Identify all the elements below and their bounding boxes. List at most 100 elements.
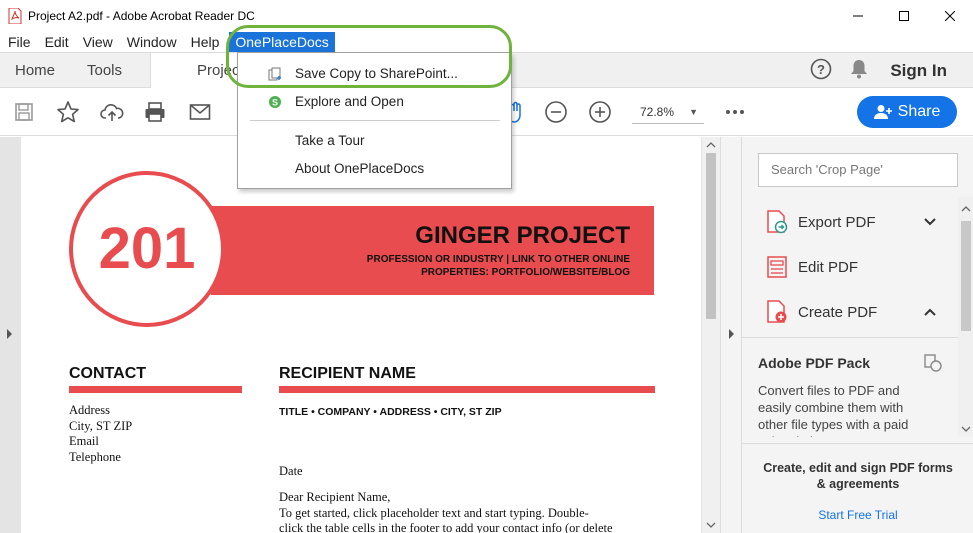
menu-separator [250, 120, 500, 121]
notifications-button[interactable] [850, 59, 868, 82]
menu-item-take-a-tour[interactable]: Take a Tour [238, 128, 511, 154]
document-scrollbar[interactable] [702, 137, 720, 533]
contact-line: City, ST ZIP [69, 419, 133, 433]
sign-in-button[interactable]: Sign In [890, 61, 947, 81]
menu-help[interactable]: Help [187, 32, 224, 52]
menu-window[interactable]: Window [123, 32, 181, 52]
title-bar: Project A2.pdf - Adobe Acrobat Reader DC [0, 0, 973, 32]
scrollbar-thumb[interactable] [961, 221, 971, 331]
scroll-down-icon [961, 426, 971, 432]
envelope-icon [189, 104, 211, 120]
save-button[interactable] [12, 100, 36, 124]
minus-circle-icon [545, 101, 567, 123]
header-banner: GINGER PROJECT PROFESSION OR INDUSTRY | … [211, 206, 654, 295]
left-panel-toggle[interactable] [0, 137, 20, 533]
oneplacedocs-menu: Save Copy to SharePoint... S Explore and… [237, 52, 512, 189]
svg-text:?: ? [817, 62, 825, 77]
pack-icon [924, 354, 942, 372]
share-button[interactable]: Share [857, 96, 957, 128]
start-free-trial-link[interactable]: Start Free Trial [742, 508, 973, 522]
chevron-down-icon[interactable] [922, 214, 938, 230]
chevron-up-icon[interactable] [922, 304, 938, 320]
edit-pdf-icon [767, 256, 787, 278]
svg-text:S: S [272, 98, 278, 108]
tab-home[interactable]: Home [15, 53, 55, 88]
menu-view[interactable]: View [79, 32, 117, 52]
menu-item-save-copy-to-sharepoint[interactable]: Save Copy to SharePoint... [238, 61, 511, 87]
zoom-level-select[interactable]: 72.8% ▼ [632, 102, 704, 124]
minimize-icon [853, 15, 863, 17]
sharepoint-copy-icon [268, 67, 281, 81]
number-badge: 201 [69, 171, 225, 327]
letter-body-line: To get started, click placeholder text a… [279, 506, 589, 520]
acrobat-pdf-icon [8, 7, 22, 25]
pdf-pack-info: Adobe PDF Pack Convert files to PDF and … [742, 337, 964, 437]
tool-label: Edit PDF [798, 258, 859, 276]
explore-open-icon: S [269, 96, 281, 108]
pack-description: Convert files to PDF and easily combine … [758, 383, 909, 437]
menu-oneplacedocs[interactable]: OnePlaceDocs [229, 32, 335, 52]
menu-file[interactable]: File [4, 32, 35, 52]
bookmark-star-button[interactable] [56, 100, 80, 124]
menu-item-label: Take a Tour [295, 133, 365, 148]
tool-export-pdf[interactable]: Export PDF [766, 207, 946, 237]
menu-bar: File Edit View Window Help OnePlaceDocs [0, 32, 973, 52]
tools-search-input[interactable]: Search 'Crop Page' [758, 153, 958, 187]
printer-icon [145, 102, 165, 122]
promo-text: Create, edit and sign PDF forms & agreem… [763, 461, 953, 491]
doc-subtitle-1: PROFESSION OR INDUSTRY | LINK TO OTHER O… [366, 254, 630, 265]
menu-item-label: About OnePlaceDocs [295, 161, 425, 176]
create-pdf-icon [767, 300, 787, 323]
contact-line: Email [69, 434, 99, 448]
menu-item-label: Explore and Open [295, 94, 404, 109]
contact-line: Address [69, 403, 110, 417]
tools-pane: Search 'Crop Page' Export PDF Edit PDF C… [741, 137, 973, 533]
share-label: Share [897, 103, 941, 120]
recipient-heading: RECIPIENT NAME [279, 365, 416, 382]
cloud-upload-icon [100, 104, 124, 121]
zoom-in-button[interactable] [588, 100, 612, 124]
pdf-page: GINGER PROJECT PROFESSION OR INDUSTRY | … [21, 137, 701, 533]
save-icon [15, 103, 33, 121]
chevron-down-icon: ▼ [689, 107, 698, 117]
window-controls [835, 0, 973, 32]
more-tools-button[interactable] [723, 100, 747, 124]
upload-cloud-button[interactable] [100, 100, 124, 124]
minimize-button[interactable] [835, 0, 881, 32]
tool-create-pdf[interactable]: Create PDF [766, 297, 946, 327]
add-user-icon [873, 105, 892, 119]
zoom-level-value: 72.8% [640, 105, 675, 119]
help-icon: ? [811, 58, 832, 80]
letter-salutation: Dear Recipient Name, [279, 490, 391, 504]
zoom-out-button[interactable] [544, 100, 568, 124]
help-button[interactable]: ? [810, 58, 832, 83]
tools-pane-scrollbar[interactable] [958, 197, 973, 437]
print-button[interactable] [143, 100, 167, 124]
maximize-icon [899, 11, 909, 21]
plus-circle-icon [589, 101, 611, 123]
close-button[interactable] [927, 0, 973, 32]
menu-edit[interactable]: Edit [41, 32, 73, 52]
menu-item-about-oneplacedocs[interactable]: About OnePlaceDocs [238, 156, 511, 182]
tool-edit-pdf[interactable]: Edit PDF [766, 252, 946, 282]
more-horizontal-icon [726, 110, 744, 114]
chevron-right-icon [7, 329, 12, 339]
scroll-up-icon [706, 142, 716, 148]
contact-heading: CONTACT [69, 365, 147, 382]
maximize-button[interactable] [881, 0, 927, 32]
scrollbar-thumb[interactable] [706, 153, 716, 319]
right-pane-toggle[interactable] [720, 137, 741, 533]
doc-number: 201 [98, 216, 196, 281]
export-pdf-icon [767, 210, 788, 234]
recipient-title-line: TITLE • COMPANY • ADDRESS • CITY, ST ZIP [279, 406, 502, 418]
pack-title: Adobe PDF Pack [758, 355, 871, 371]
recipient-rule [279, 386, 655, 393]
star-icon [57, 101, 79, 123]
menu-item-explore-and-open[interactable]: S Explore and Open [238, 89, 511, 115]
tab-tools[interactable]: Tools [87, 53, 122, 88]
close-icon [945, 11, 955, 21]
tool-label: Create PDF [798, 303, 878, 321]
contact-line: Telephone [69, 450, 121, 464]
email-button[interactable] [188, 100, 212, 124]
tab-bar-right: ? Sign In [810, 53, 973, 88]
